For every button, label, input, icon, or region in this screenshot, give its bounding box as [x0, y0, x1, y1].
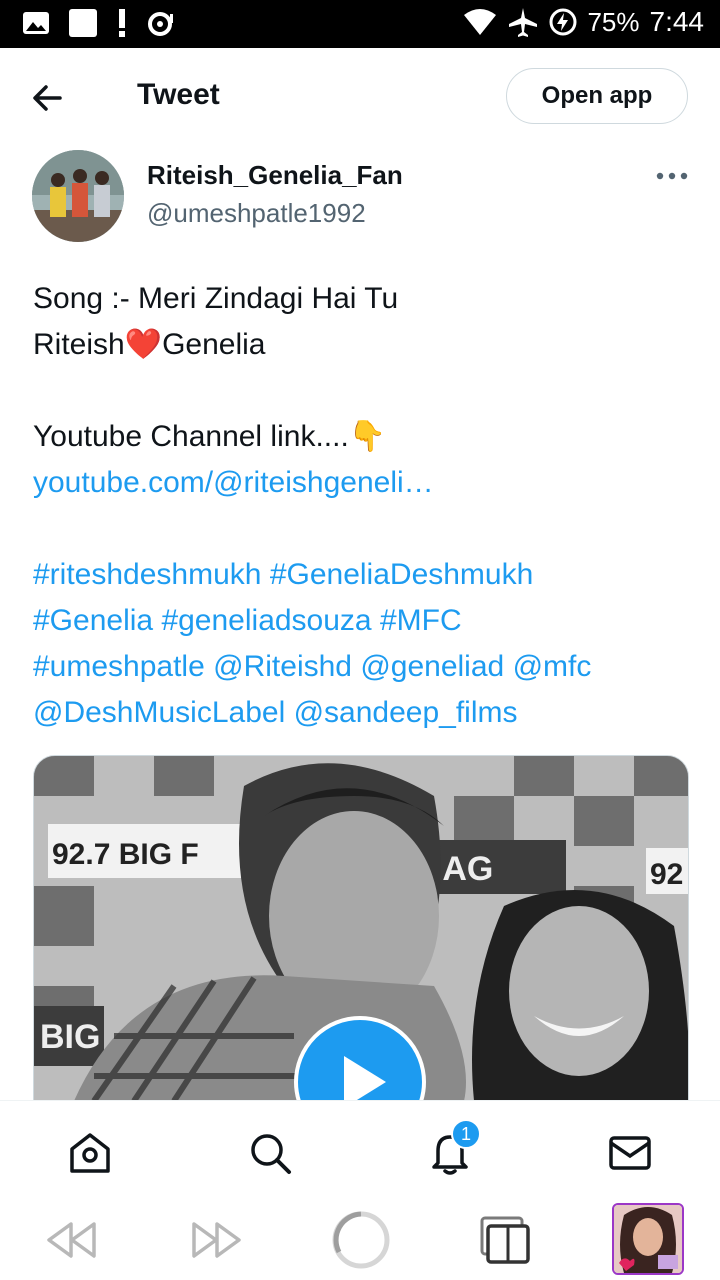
browser-toolbar [0, 1200, 720, 1280]
tabs-button[interactable] [478, 1214, 534, 1266]
tweet-text: Song :- Meri Zindagi Hai Tu Riteish❤️Gen… [33, 276, 693, 736]
youtube-link[interactable]: youtube.com/@riteishgeneli… [33, 466, 434, 499]
clock: 7:44 [649, 6, 705, 37]
author-name[interactable]: Riteish_Genelia_Fan [147, 160, 403, 191]
banner-text-bottom: BIG [40, 1018, 100, 1056]
mention[interactable]: @mfc [513, 650, 592, 683]
hashtag[interactable]: #umeshpatle [33, 650, 205, 683]
wifi-icon [464, 9, 497, 35]
square-notification-icon [69, 9, 97, 37]
hashtag[interactable]: #Genelia [33, 604, 153, 637]
data-saver-icon [148, 12, 173, 36]
hashtag[interactable]: #riteshdeshmukh [33, 558, 261, 591]
nav-search[interactable] [246, 1129, 294, 1177]
mention[interactable]: @DeshMusicLabel [33, 696, 285, 729]
hashtag[interactable]: #GeneliaDeshmukh [270, 558, 533, 591]
status-bar: 75% 7:44 [0, 0, 720, 48]
nav-home[interactable] [66, 1129, 114, 1177]
rewind-icon [47, 1222, 96, 1258]
banner-text: 92.7 BIG F [52, 838, 199, 871]
bottom-navigation: 1 [0, 1100, 720, 1201]
channel-label: Youtube Channel link.... [33, 420, 349, 453]
mention[interactable]: @sandeep_films [294, 696, 518, 729]
video-thumbnail[interactable]: 92.7 BIG F MAG 92 BIG [33, 755, 689, 1102]
avatar[interactable] [32, 150, 124, 242]
nav-messages[interactable] [606, 1129, 654, 1177]
author-handle[interactable]: @umeshpatle1992 [147, 198, 366, 229]
tweet-line-names: Riteish❤️Genelia [33, 322, 693, 368]
more-button[interactable] [652, 162, 692, 190]
profile-thumbnail-button[interactable] [612, 1203, 684, 1275]
banner-text-far: 92 [650, 858, 683, 891]
airplane-icon [509, 8, 538, 37]
play-button[interactable] [294, 1016, 426, 1101]
page-title: Tweet [137, 78, 220, 111]
home-icon [70, 1133, 110, 1173]
top-bar: Tweet Open app [0, 48, 720, 148]
hashtag[interactable]: #MFC [380, 604, 462, 637]
arrow-left-icon [33, 85, 62, 111]
tweet-line-channel: Youtube Channel link....👇 [33, 414, 693, 460]
name-riteish: Riteish [33, 328, 125, 361]
loading-button[interactable] [330, 1209, 392, 1271]
play-icon [344, 1056, 386, 1101]
mention[interactable]: @Riteishd [213, 650, 352, 683]
fast-forward-icon [192, 1222, 241, 1258]
fast-forward-button[interactable] [188, 1214, 244, 1266]
profile-thumbnail [614, 1205, 682, 1273]
open-app-button[interactable]: Open app [506, 68, 688, 124]
battery-charging-icon [549, 8, 577, 36]
search-icon [251, 1134, 291, 1174]
battery-percent: 75% [587, 6, 640, 37]
rewind-button[interactable] [44, 1214, 100, 1266]
mail-icon [609, 1136, 651, 1170]
name-genelia: Genelia [162, 328, 266, 361]
alert-icon [119, 9, 125, 37]
image-notification-icon [23, 12, 49, 34]
back-button[interactable] [26, 76, 74, 120]
avatar-photo [32, 150, 124, 242]
pointing-down-emoji: 👇 [348, 420, 387, 453]
notification-badge: 1 [451, 1119, 481, 1149]
tabs-icon [480, 1216, 530, 1264]
hashtag[interactable]: #geneliadsouza [161, 604, 371, 637]
heart-emoji: ❤️ [124, 328, 163, 361]
more-horizontal-icon [656, 172, 688, 180]
mention[interactable]: @geneliad [360, 650, 504, 683]
loading-spinner-icon [332, 1211, 390, 1269]
tweet-line-song: Song :- Meri Zindagi Hai Tu [33, 282, 399, 315]
